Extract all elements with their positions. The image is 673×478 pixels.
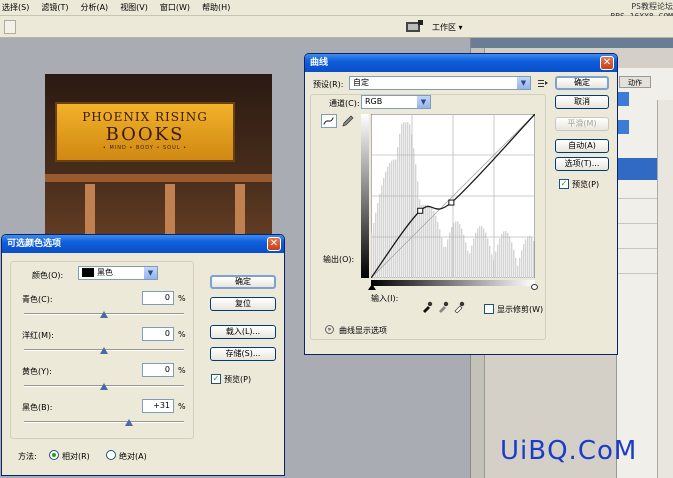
curves-cancel-button[interactable]: 取消 <box>555 95 609 109</box>
cyan-unit: % <box>178 294 186 303</box>
channel-value: RGB <box>365 97 383 106</box>
output-gradient-bar <box>361 114 369 278</box>
curves-close-button[interactable]: ✕ <box>600 56 614 70</box>
menu-window[interactable]: 窗口(W) <box>160 2 190 13</box>
magenta-input[interactable]: 0 <box>142 327 174 341</box>
tab-actions[interactable]: 动作 <box>619 76 651 88</box>
menu-select[interactable]: 选择(S) <box>2 2 29 13</box>
black-input[interactable]: +31 <box>142 399 174 413</box>
yellow-unit: % <box>178 366 186 375</box>
menu-bar: 选择(S) 滤镜(T) 分析(A) 视图(V) 窗口(W) 帮助(H) <box>0 0 673 16</box>
method-relative-label: 相对(R) <box>62 452 90 461</box>
curve-control-point[interactable] <box>448 199 455 206</box>
cyan-label: 青色(C): <box>22 295 53 304</box>
image-beam <box>45 174 272 182</box>
workspace-menu-button[interactable]: 工作区 ▾ <box>426 20 469 35</box>
expand-icon[interactable]: » <box>325 325 334 334</box>
menu-help[interactable]: 帮助(H) <box>202 2 230 13</box>
watermark-top-line1: PS教程论坛 <box>631 2 673 11</box>
curves-ok-button[interactable]: 确定 <box>555 76 609 90</box>
gray-eyedropper-icon[interactable] <box>437 301 449 313</box>
bottom-watermark: UiBQ.CoM <box>500 436 638 466</box>
selective-color-close-button[interactable]: ✕ <box>267 237 281 251</box>
curves-preview-label: 预览(P) <box>572 180 600 189</box>
chevron-down-icon: ▼ <box>417 96 430 108</box>
curves-title[interactable]: 曲线 <box>305 54 617 72</box>
selective-preview-label: 预览(P) <box>224 375 252 384</box>
curve-point-tool[interactable] <box>321 114 337 128</box>
image-sign: PHOENIX RISING BOOKS • MIND • BODY • SOU… <box>55 102 235 162</box>
selective-reset-button[interactable]: 复位 <box>210 297 276 311</box>
yellow-input[interactable]: 0 <box>142 363 174 377</box>
show-clipping-label: 显示修剪(W) <box>497 305 544 314</box>
white-eyedropper-icon[interactable] <box>453 301 465 313</box>
curves-preview-checkbox[interactable]: ✓ <box>559 179 569 189</box>
preset-options-icon[interactable] <box>537 78 549 88</box>
menu-analysis[interactable]: 分析(A) <box>80 2 108 13</box>
options-bar: 工作区 ▾ <box>0 16 673 38</box>
curves-graph[interactable] <box>371 114 535 278</box>
curves-auto-button[interactable]: 自动(A) <box>555 139 609 153</box>
black-point-slider[interactable] <box>368 284 376 290</box>
panel-arrow-icon[interactable] <box>617 92 629 106</box>
output-label: 输出(O): <box>323 255 355 264</box>
method-label: 方法: <box>18 452 37 461</box>
cyan-input[interactable]: 0 <box>142 291 174 305</box>
curve-display-options-label[interactable]: 曲线显示选项 <box>339 325 387 336</box>
selective-color-dialog: 可选颜色选项 ✕ 颜色(O): 黑色 ▼ 青色(C): 0 % 洋红(M): 0… <box>1 234 285 476</box>
selective-ok-button[interactable]: 确定 <box>210 275 276 289</box>
magenta-label: 洋红(M): <box>22 331 54 340</box>
black-slider-thumb[interactable] <box>125 419 133 426</box>
preset-select[interactable]: 自定 ▼ <box>349 76 531 90</box>
channel-label: 通道(C): <box>329 99 360 108</box>
sign-line1: PHOENIX RISING <box>82 110 208 124</box>
method-relative-radio[interactable] <box>49 450 59 460</box>
menu-filter[interactable]: 滤镜(T) <box>41 2 68 13</box>
menu-view[interactable]: 视图(V) <box>120 2 148 13</box>
selective-preview-checkbox[interactable]: ✓ <box>211 374 221 384</box>
curve-control-point[interactable] <box>417 207 424 214</box>
curves-dialog: 曲线 ✕ 预设(R): 自定 ▼ 通道(C): RGB ▼ 输出(O): 输入(… <box>304 53 618 355</box>
black-slider-track[interactable] <box>24 421 184 423</box>
yellow-slider-thumb[interactable] <box>100 383 108 390</box>
pencil-icon[interactable] <box>341 114 355 128</box>
channel-select[interactable]: RGB ▼ <box>361 95 431 109</box>
tool-preset-picker[interactable] <box>4 20 16 34</box>
color-label: 颜色(O): <box>32 271 64 280</box>
color-select[interactable]: 黑色 ▼ <box>78 266 158 280</box>
yellow-label: 黄色(Y): <box>22 367 52 376</box>
sign-line3: • MIND • BODY • SOUL • <box>102 145 188 151</box>
curves-options-button[interactable]: 选项(T)... <box>555 157 609 171</box>
curve-tool-icon <box>323 117 334 125</box>
selective-save-button[interactable]: 存储(S)... <box>210 347 276 361</box>
chevron-down-icon: ▼ <box>517 77 530 89</box>
selective-color-title[interactable]: 可选颜色选项 <box>2 235 284 253</box>
cyan-slider-thumb[interactable] <box>100 311 108 318</box>
black-unit: % <box>178 402 186 411</box>
black-eyedropper-icon[interactable] <box>421 301 433 313</box>
method-absolute-radio[interactable] <box>106 450 116 460</box>
input-label: 输入(I): <box>371 294 399 303</box>
sign-line2: BOOKS <box>105 124 185 145</box>
color-swatch <box>82 268 94 277</box>
black-label: 黑色(B): <box>22 403 53 412</box>
actions-scrollbar[interactable] <box>657 100 673 478</box>
curves-smooth-button[interactable]: 平滑(M) <box>555 117 609 131</box>
magenta-unit: % <box>178 330 186 339</box>
magenta-slider-thumb[interactable] <box>100 347 108 354</box>
panel-arrow-icon[interactable] <box>617 120 629 134</box>
input-gradient-bar <box>371 280 535 286</box>
chevron-down-icon: ▼ <box>144 267 157 279</box>
workspace-icon[interactable] <box>404 19 424 35</box>
selective-load-button[interactable]: 载入(L)... <box>210 325 276 339</box>
preset-value: 自定 <box>353 78 369 87</box>
preset-label: 预设(R): <box>313 80 344 89</box>
color-value: 黑色 <box>97 268 113 277</box>
dock-titlebar[interactable] <box>471 38 673 48</box>
white-point-slider[interactable] <box>531 284 538 290</box>
show-clipping-checkbox[interactable] <box>484 304 494 314</box>
method-absolute-label: 绝对(A) <box>119 452 147 461</box>
